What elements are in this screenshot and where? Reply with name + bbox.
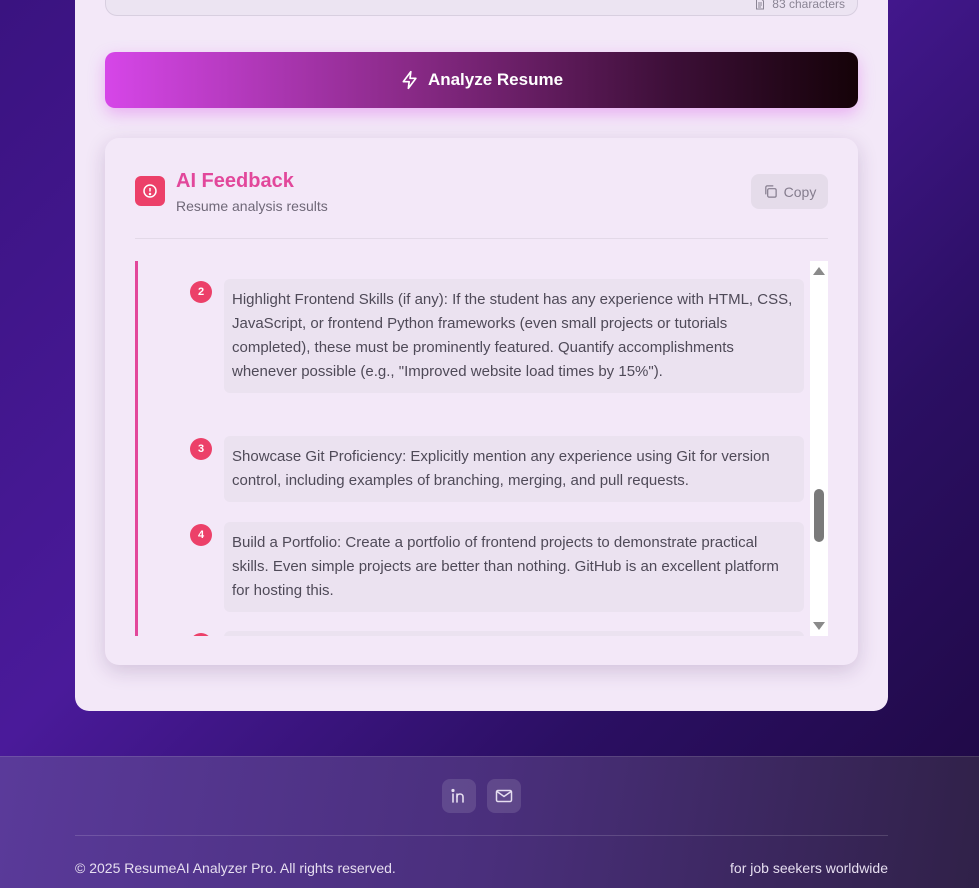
copyright-text: © 2025 ResumeAI Analyzer Pro. All rights…: [75, 860, 396, 876]
analyze-resume-button[interactable]: Analyze Resume: [105, 52, 858, 108]
feedback-item: Build a Portfolio: Create a portfolio of…: [224, 522, 804, 612]
char-count-label: 83 characters: [772, 0, 845, 11]
mail-icon: [495, 789, 513, 803]
char-count: 83 characters: [754, 0, 845, 11]
scroll-up-arrow-icon[interactable]: [813, 267, 825, 275]
footer-tagline: for job seekers worldwide: [730, 860, 888, 876]
footer-divider: [75, 835, 888, 836]
analyze-resume-label: Analyze Resume: [427, 70, 564, 89]
copy-button[interactable]: Copy: [751, 174, 828, 209]
linkedin-icon: [451, 788, 464, 803]
item-number-badge-partial: [190, 633, 212, 636]
linkedin-link[interactable]: [442, 779, 476, 813]
feedback-icon: [135, 176, 165, 206]
document-icon: [756, 0, 765, 10]
alert-circle-icon: [143, 184, 157, 198]
feedback-scrollbar[interactable]: [810, 261, 828, 636]
feedback-subtitle: Resume analysis results: [176, 198, 328, 214]
footer: © 2025 ResumeAI Analyzer Pro. All rights…: [0, 756, 979, 888]
resume-textarea[interactable]: 83 characters: [105, 0, 858, 16]
scroll-thumb[interactable]: [814, 489, 824, 542]
divider: [135, 238, 828, 239]
feedback-list[interactable]: 2 Highlight Frontend Skills (if any): If…: [135, 261, 828, 636]
item-number-badge: 3: [190, 438, 212, 460]
item-number-badge: 4: [190, 524, 212, 546]
copy-label: Copy: [783, 183, 817, 200]
copy-icon: [764, 185, 777, 198]
feedback-item-partial: [224, 631, 804, 636]
feedback-item: Highlight Frontend Skills (if any): If t…: [224, 279, 804, 393]
email-link[interactable]: [487, 779, 521, 813]
lightning-icon: [402, 70, 417, 90]
feedback-title: AI Feedback: [176, 170, 294, 192]
item-number-badge: 2: [190, 281, 212, 303]
scroll-down-arrow-icon[interactable]: [813, 622, 825, 630]
feedback-card: AI Feedback Resume analysis results Copy…: [105, 138, 858, 665]
feedback-item: Showcase Git Proficiency: Explicitly men…: [224, 436, 804, 502]
